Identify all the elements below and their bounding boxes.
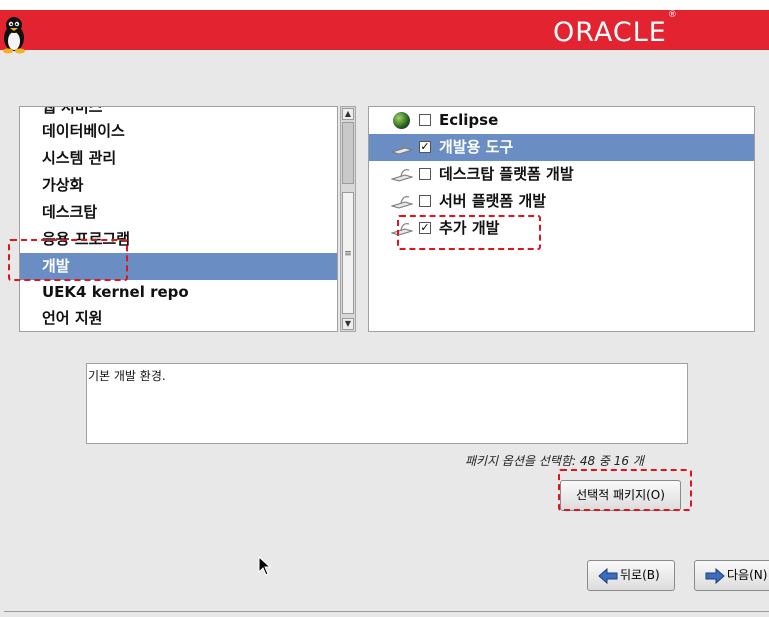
highlight-optional-packages — [558, 469, 692, 511]
package-count-label: 패키지 옵션을 선택함: 48 중 16 개 — [465, 454, 644, 468]
arrow-right-icon — [705, 568, 725, 584]
highlight-development-category — [8, 239, 128, 281]
group-label: Eclipse — [439, 111, 499, 129]
group-checkbox[interactable] — [419, 114, 431, 126]
package-icon — [391, 195, 413, 209]
category-item-system-management[interactable]: 시스템 관리 — [20, 145, 337, 172]
group-item-development-tools[interactable]: ✓ 개발용 도구 — [369, 134, 754, 161]
group-item-server-platform-development[interactable]: 서버 플랫폼 개발 — [369, 188, 754, 215]
next-button-label: 다음(N) — [727, 568, 768, 582]
next-button[interactable]: 다음(N) — [694, 560, 769, 591]
category-item-virtualization[interactable]: 가상화 — [20, 172, 337, 199]
grip-icon: ≡ — [344, 249, 352, 259]
back-button-label: 뒤로(B) — [620, 568, 660, 582]
back-button[interactable]: 뒤로(B) — [587, 560, 675, 591]
category-item-database[interactable]: 데이터베이스 — [20, 118, 337, 145]
group-label: 개발용 도구 — [439, 138, 514, 156]
banner-top-strip — [0, 0, 769, 10]
category-item-desktop[interactable]: 데스크탑 — [20, 199, 337, 226]
group-checkbox[interactable]: ✓ — [419, 141, 431, 153]
category-list[interactable]: 웹 서비스 데이터베이스 시스템 관리 가상화 데스크탑 응용 프로그램 개발 … — [19, 106, 338, 332]
footer-divider — [4, 611, 769, 612]
highlight-additional-development — [397, 215, 541, 250]
group-item-desktop-platform-development[interactable]: 데스크탑 플랫폼 개발 — [369, 161, 754, 188]
group-checkbox[interactable] — [419, 195, 431, 207]
group-label: 서버 플랫폼 개발 — [439, 192, 547, 210]
group-item-eclipse[interactable]: Eclipse — [369, 107, 754, 134]
package-icon — [391, 141, 413, 155]
scrollbar-thumb[interactable]: ≡ — [342, 192, 354, 314]
mouse-pointer-icon — [258, 556, 272, 576]
category-scrollbar[interactable]: ▲ ≡ ▼ — [340, 106, 356, 332]
group-checkbox[interactable] — [419, 168, 431, 180]
scroll-up-button[interactable]: ▲ — [342, 108, 354, 120]
scrollbar-track-upper[interactable] — [342, 122, 354, 184]
package-icon — [391, 168, 413, 182]
category-item-uek4-kernel-repo[interactable]: UEK4 kernel repo — [20, 279, 337, 306]
oracle-logo: ORACLE® — [553, 10, 678, 48]
category-item-language-support[interactable]: 언어 지원 — [20, 305, 337, 331]
tux-penguin-icon — [3, 17, 25, 54]
globe-icon — [393, 112, 410, 129]
arrow-left-icon — [598, 568, 618, 584]
group-description: 기본 개발 환경. — [86, 363, 688, 444]
group-label: 데스크탑 플랫폼 개발 — [439, 165, 574, 183]
scroll-down-button[interactable]: ▼ — [342, 318, 354, 330]
